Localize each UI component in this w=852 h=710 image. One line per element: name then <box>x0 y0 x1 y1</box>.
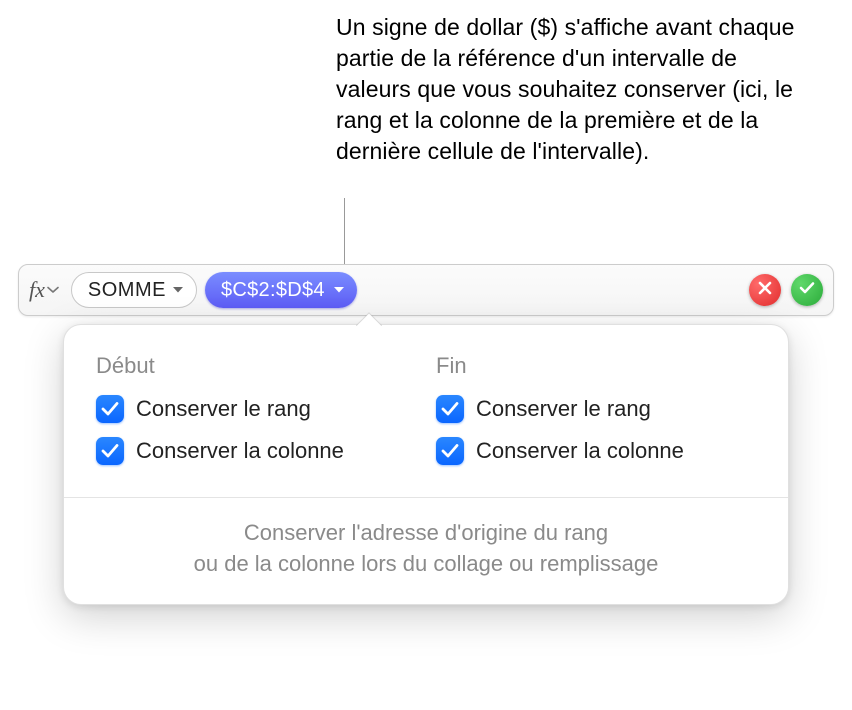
checkbox-checked-icon <box>96 437 124 465</box>
end-column: Fin Conserver le rang Conserver la colon… <box>436 353 756 479</box>
range-reference-token[interactable]: $C$2:$D$4 <box>205 272 357 308</box>
checkbox-label: Conserver le rang <box>476 396 651 422</box>
start-preserve-column-option[interactable]: Conserver la colonne <box>96 437 416 465</box>
caret-down-icon <box>172 286 184 294</box>
editor-area: fx SOMME $C$2:$D$4 <box>18 264 834 316</box>
checkbox-label: Conserver le rang <box>136 396 311 422</box>
cancel-button[interactable] <box>749 274 781 306</box>
caret-down-icon <box>333 286 345 294</box>
fx-label: fx <box>29 277 45 303</box>
start-preserve-row-option[interactable]: Conserver le rang <box>96 395 416 423</box>
formula-bar: fx SOMME $C$2:$D$4 <box>18 264 834 316</box>
popover-footer-text: Conserver l'adresse d'origine du rang ou… <box>96 518 756 580</box>
callout-annotation: Un signe de dollar ($) s'affiche avant c… <box>336 12 806 167</box>
checkbox-label: Conserver la colonne <box>476 438 684 464</box>
divider <box>64 497 788 498</box>
end-preserve-row-option[interactable]: Conserver le rang <box>436 395 756 423</box>
checkbox-checked-icon <box>96 395 124 423</box>
range-reference-text: $C$2:$D$4 <box>221 279 325 302</box>
accept-button[interactable] <box>791 274 823 306</box>
footer-line-2: ou de la colonne lors du collage ou remp… <box>116 549 736 580</box>
popover-caret-icon <box>356 312 382 326</box>
start-column: Début Conserver le rang Conserver la col… <box>96 353 416 479</box>
end-preserve-column-option[interactable]: Conserver la colonne <box>436 437 756 465</box>
formula-confirm-buttons <box>749 274 823 306</box>
function-token[interactable]: SOMME <box>71 272 197 308</box>
checkbox-checked-icon <box>436 395 464 423</box>
check-icon <box>799 281 815 300</box>
function-name: SOMME <box>88 279 166 302</box>
checkbox-checked-icon <box>436 437 464 465</box>
start-header: Début <box>96 353 416 379</box>
checkbox-label: Conserver la colonne <box>136 438 344 464</box>
preserve-reference-popover: Début Conserver le rang Conserver la col… <box>63 324 789 605</box>
chevron-down-icon <box>47 286 59 294</box>
fx-menu[interactable]: fx <box>29 277 71 303</box>
annotation-leader-line <box>344 198 345 274</box>
end-header: Fin <box>436 353 756 379</box>
footer-line-1: Conserver l'adresse d'origine du rang <box>116 518 736 549</box>
close-icon <box>758 281 772 300</box>
